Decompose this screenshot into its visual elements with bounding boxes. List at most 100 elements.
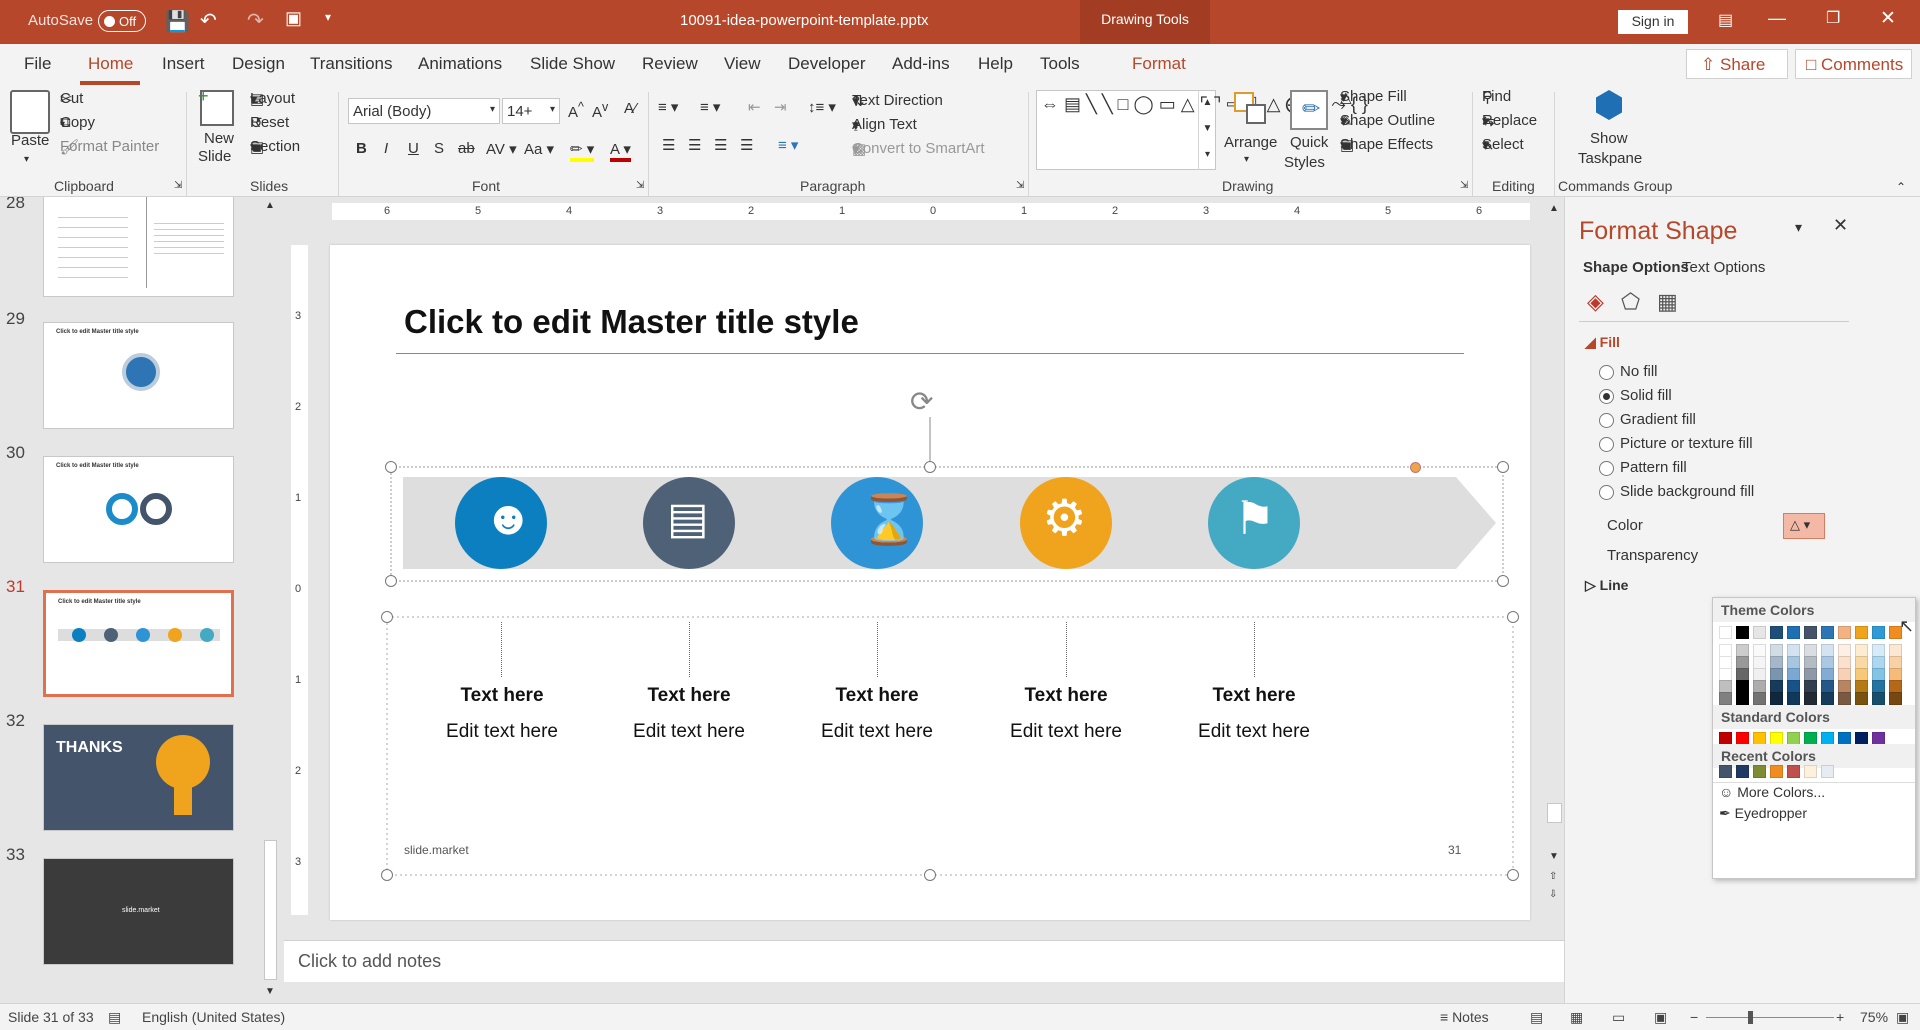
recent-color-swatch[interactable] xyxy=(1736,765,1749,778)
tab-animations[interactable]: Animations xyxy=(418,54,502,74)
tab-design[interactable]: Design xyxy=(232,54,285,74)
tab-shape-options[interactable]: Shape Options xyxy=(1583,259,1689,276)
tab-help[interactable]: Help xyxy=(978,54,1013,74)
recent-color-swatch[interactable] xyxy=(1821,765,1834,778)
rotate-handle-icon[interactable]: ⟳ xyxy=(910,385,933,418)
prev-slide-icon[interactable]: ⇧ xyxy=(1549,871,1557,882)
numbering-icon[interactable]: ≡ ▾ xyxy=(700,98,720,116)
resize-handle[interactable] xyxy=(1497,461,1509,473)
next-slide-icon[interactable]: ⇩ xyxy=(1549,889,1557,900)
collapse-ribbon-icon[interactable]: ⌃ xyxy=(1896,180,1906,194)
minimize-icon[interactable]: — xyxy=(1768,8,1786,29)
theme-shade-swatch[interactable] xyxy=(1821,692,1834,705)
shadow-icon[interactable]: S xyxy=(434,140,444,157)
tab-developer[interactable]: Developer xyxy=(788,54,866,74)
theme-color-swatch[interactable] xyxy=(1804,626,1817,639)
tab-slide-show[interactable]: Slide Show xyxy=(530,54,615,74)
text-direction-button[interactable]: ⇅ Text Direction ▾ xyxy=(852,92,943,110)
theme-shade-swatch[interactable] xyxy=(1719,692,1732,705)
font-launcher-icon[interactable]: ⇲ xyxy=(636,180,644,191)
tab-tools[interactable]: Tools xyxy=(1040,54,1080,74)
resize-handle[interactable] xyxy=(1507,869,1519,881)
thumbnail-scrollbar[interactable]: ▲ ▼ xyxy=(262,200,279,1000)
theme-color-swatch[interactable] xyxy=(1719,626,1732,639)
font-name-select[interactable]: Arial (Body) ▾ xyxy=(348,98,500,124)
sorter-view-icon[interactable]: ▦ xyxy=(1570,1009,1583,1026)
arrange-button[interactable]: Arrange xyxy=(1224,134,1277,151)
theme-shade-swatch[interactable] xyxy=(1855,692,1868,705)
justify-icon[interactable]: ☰ xyxy=(740,136,753,154)
decrease-indent-icon[interactable]: ⇤ xyxy=(748,98,761,116)
underline-icon[interactable]: U xyxy=(408,140,419,157)
present-icon[interactable]: ▣ xyxy=(285,8,302,29)
item-heading[interactable]: Text here xyxy=(643,685,735,707)
theme-color-swatch[interactable] xyxy=(1872,626,1885,639)
zoom-thumb[interactable] xyxy=(1748,1011,1753,1024)
office-addin-icon[interactable] xyxy=(1596,90,1622,120)
new-slide-button[interactable]: New xyxy=(204,130,234,147)
theme-color-swatch[interactable] xyxy=(1855,626,1868,639)
grow-font-icon[interactable]: A^ xyxy=(568,100,584,121)
layout-button[interactable]: ▤ Layout ▾ xyxy=(250,90,295,108)
show-taskpane-button[interactable]: Show xyxy=(1590,130,1628,147)
theme-color-swatch[interactable] xyxy=(1821,626,1834,639)
resize-handle[interactable] xyxy=(1497,575,1509,587)
slide-canvas[interactable]: Click to edit Master title style ⟳ ☻ ▤ ⌛… xyxy=(330,245,1530,920)
redo-icon[interactable]: ↷ xyxy=(247,8,264,33)
item-body[interactable]: Edit text here xyxy=(1188,721,1320,743)
new-slide-icon[interactable]: + xyxy=(198,86,234,126)
restore-icon[interactable]: ❐ xyxy=(1826,8,1840,28)
select-button[interactable]: ↖ Select ▾ xyxy=(1482,136,1524,154)
theme-color-swatch[interactable] xyxy=(1838,626,1851,639)
slide-thumbnail-30[interactable]: Click to edit Master title style xyxy=(43,456,234,563)
normal-view-icon[interactable]: ▤ xyxy=(1530,1009,1543,1026)
item-heading[interactable]: Text here xyxy=(1208,685,1300,707)
align-center-icon[interactable]: ☰ xyxy=(688,136,701,154)
shapes-gallery-scroll[interactable]: ▲ ▼ ▾ xyxy=(1198,90,1216,170)
theme-shade-swatch[interactable] xyxy=(1804,692,1817,705)
autosave-toggle[interactable]: Off xyxy=(98,10,146,32)
theme-color-swatch[interactable] xyxy=(1787,626,1800,639)
bold-icon[interactable]: B xyxy=(356,140,367,157)
resize-handle[interactable] xyxy=(385,575,397,587)
quick-styles-icon[interactable]: ✏ xyxy=(1290,90,1328,130)
theme-shade-swatch[interactable] xyxy=(1872,692,1885,705)
tab-home[interactable]: Home xyxy=(88,54,133,74)
slide-thumbnail-33[interactable]: slide.market xyxy=(43,858,234,965)
resize-handle[interactable] xyxy=(924,461,936,473)
resize-handle[interactable] xyxy=(381,611,393,623)
shapes-gallery[interactable]: ⇔▤╲╲□◯▭△⌜⌝⇨⇩△⨁⌒⤳{} xyxy=(1036,90,1368,170)
radio-no-fill[interactable]: No fill xyxy=(1599,363,1658,380)
item-heading[interactable]: Text here xyxy=(831,685,923,707)
fit-slide-icon[interactable]: ▣ xyxy=(1896,1009,1909,1026)
paste-icon[interactable] xyxy=(10,90,50,134)
comments-button[interactable]: □ Comments xyxy=(1795,49,1912,79)
theme-shade-swatch[interactable] xyxy=(1770,692,1783,705)
arrange-icon[interactable] xyxy=(1234,92,1268,126)
clipboard-launcher-icon[interactable]: ⇲ xyxy=(174,180,182,191)
zoom-in-icon[interactable]: + xyxy=(1836,1009,1844,1025)
bullets-icon[interactable]: ≡ ▾ xyxy=(658,98,678,116)
font-size-select[interactable]: 14+ ▾ xyxy=(502,98,560,124)
item-body[interactable]: Edit text here xyxy=(811,721,943,743)
fill-section-header[interactable]: ◢ Fill xyxy=(1585,334,1620,351)
line-spacing-icon[interactable]: ↕≡ ▾ xyxy=(808,98,836,116)
panel-close-icon[interactable]: ✕ xyxy=(1833,215,1848,236)
tab-review[interactable]: Review xyxy=(642,54,698,74)
shape-effects-button[interactable]: ▣ Shape Effects ▾ xyxy=(1340,136,1433,154)
align-left-icon[interactable]: ☰ xyxy=(662,136,675,154)
eyedropper-item[interactable]: ✒ Eyedropper xyxy=(1719,805,1807,822)
undo-icon[interactable]: ↶ xyxy=(200,8,217,33)
sign-in-button[interactable]: Sign in xyxy=(1618,10,1688,34)
tab-text-options[interactable]: Text Options xyxy=(1682,259,1765,276)
section-button[interactable]: ▣ Section ▾ xyxy=(250,138,300,156)
resize-handle[interactable] xyxy=(1507,611,1519,623)
resize-handle[interactable] xyxy=(385,461,397,473)
copy-button[interactable]: ⧉ Copy ▾ xyxy=(60,114,95,131)
shrink-font-icon[interactable]: Av xyxy=(592,100,608,121)
notes-pane[interactable]: Click to add notes xyxy=(284,940,1564,982)
theme-shade-swatch[interactable] xyxy=(1753,692,1766,705)
recent-color-swatch[interactable] xyxy=(1753,765,1766,778)
theme-color-swatch[interactable] xyxy=(1770,626,1783,639)
zoom-slider[interactable] xyxy=(1706,1017,1834,1018)
